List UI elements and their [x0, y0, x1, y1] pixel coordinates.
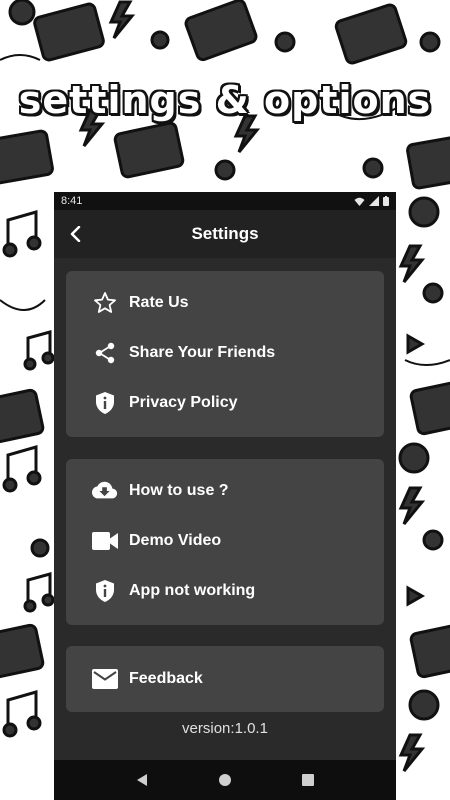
- rate-us-label: Rate Us: [129, 294, 189, 311]
- settings-card-general: Rate Us Share Your Friends Privacy Polic…: [66, 271, 384, 437]
- feedback-item[interactable]: Feedback: [66, 659, 384, 699]
- version-text: version:1.0.1: [182, 720, 268, 737]
- nav-back-icon[interactable]: [131, 769, 153, 791]
- info-shield-icon: [92, 390, 118, 416]
- app-not-working-item[interactable]: App not working: [66, 571, 384, 611]
- cloud-download-icon: [92, 478, 118, 504]
- mail-icon: [92, 666, 118, 692]
- app-bar: Settings: [54, 210, 396, 258]
- star-outline-icon: [92, 290, 118, 316]
- feedback-label: Feedback: [129, 670, 203, 687]
- settings-card-help: How to use ? Demo Video App not working: [66, 459, 384, 625]
- status-icons: [354, 196, 389, 206]
- page-title: Settings: [191, 224, 259, 243]
- privacy-policy-item[interactable]: Privacy Policy: [66, 383, 384, 423]
- app-not-working-label: App not working: [129, 582, 256, 599]
- demo-video-label: Demo Video: [129, 532, 222, 549]
- demo-video-item[interactable]: Demo Video: [66, 521, 384, 561]
- nav-home-icon[interactable]: [214, 769, 236, 791]
- system-nav-bar: [54, 760, 396, 800]
- settings-content: Rate Us Share Your Friends Privacy Polic…: [54, 258, 396, 760]
- share-icon: [92, 340, 118, 366]
- phone-screen: 8:41 Settings Rate Us Share Your Friends…: [54, 192, 396, 800]
- promo-title: settings & options: [18, 78, 432, 122]
- how-to-use-label: How to use ?: [129, 482, 229, 499]
- back-arrow-icon[interactable]: [64, 222, 88, 246]
- wifi-icon: [354, 197, 365, 206]
- settings-card-feedback: Feedback: [66, 646, 384, 712]
- nav-recents-icon[interactable]: [297, 769, 319, 791]
- how-to-use-item[interactable]: How to use ?: [66, 471, 384, 511]
- video-camera-icon: [92, 528, 118, 554]
- share-friends-label: Share Your Friends: [129, 344, 276, 361]
- status-bar: 8:41: [54, 192, 396, 210]
- status-time: 8:41: [61, 195, 83, 207]
- info-shield-icon: [92, 578, 118, 604]
- battery-icon: [383, 196, 389, 206]
- rate-us-item[interactable]: Rate Us: [66, 283, 384, 323]
- privacy-policy-label: Privacy Policy: [129, 394, 238, 411]
- share-friends-item[interactable]: Share Your Friends: [66, 333, 384, 373]
- signal-icon: [369, 196, 379, 206]
